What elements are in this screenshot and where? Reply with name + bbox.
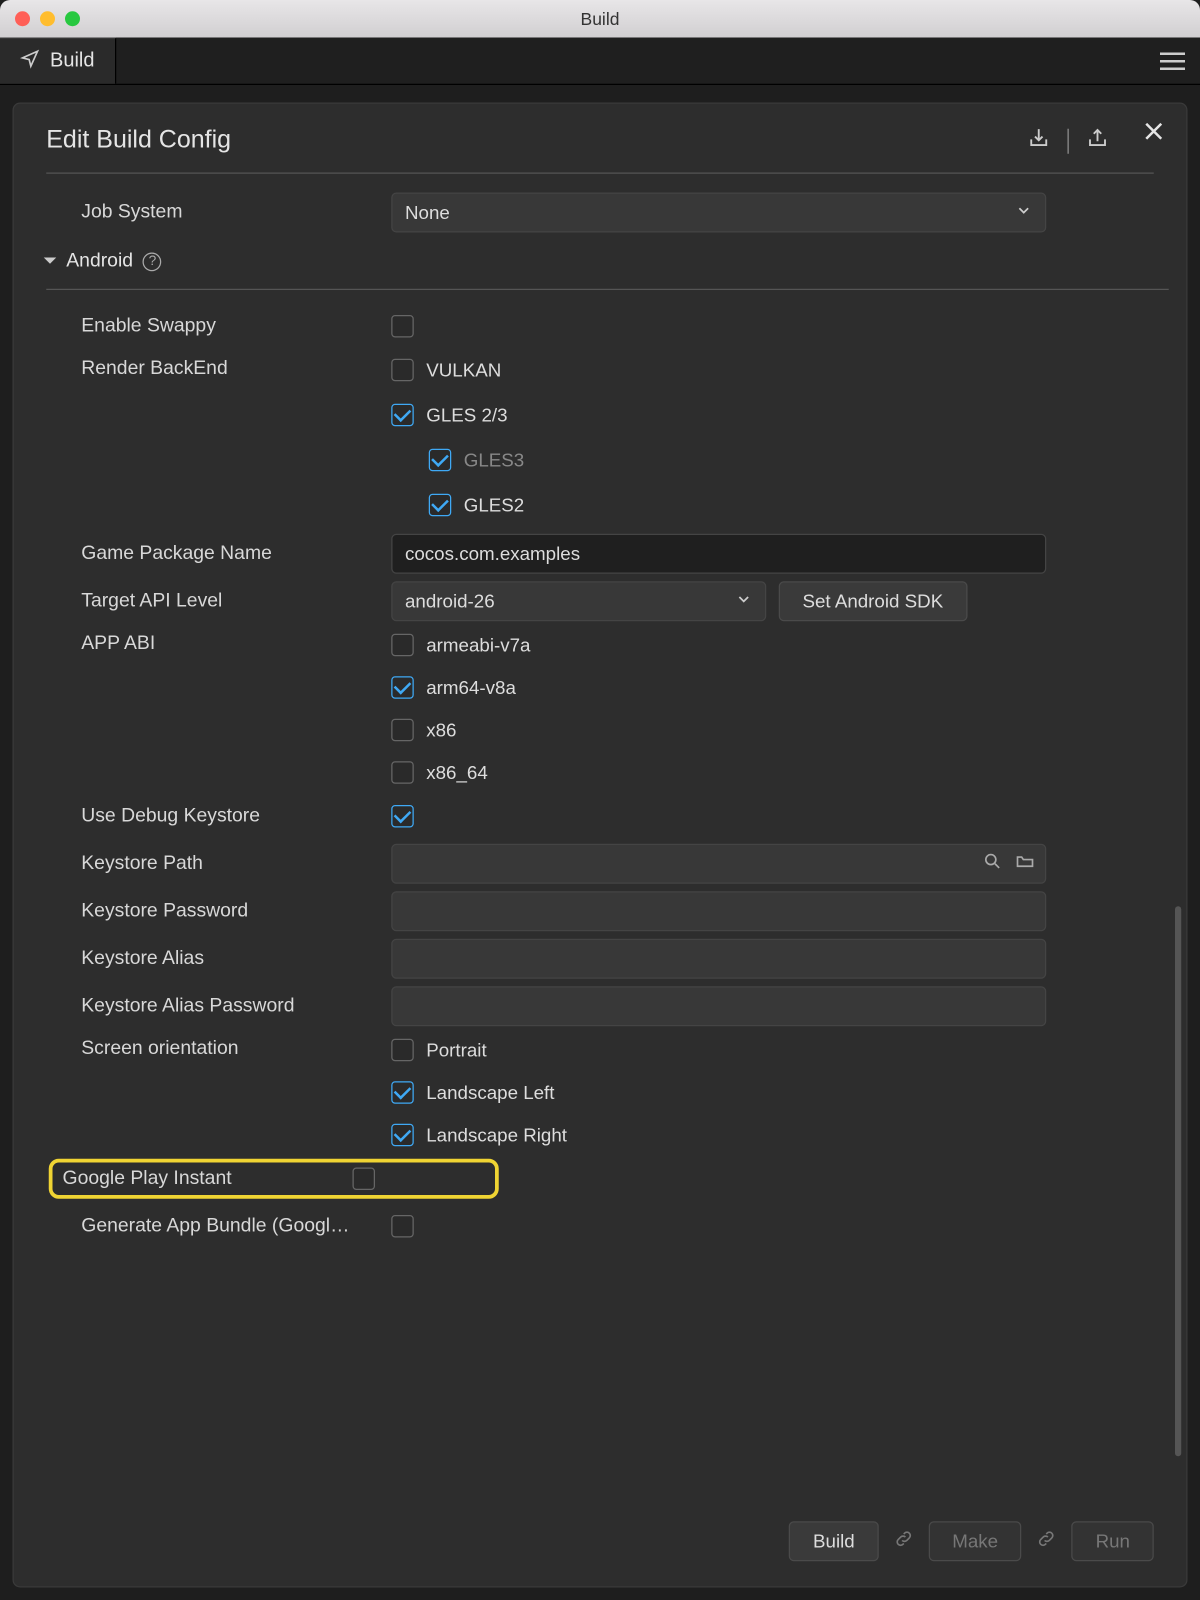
app-abi-label: APP ABI [81, 625, 371, 655]
enable-swappy-label: Enable Swappy [81, 315, 371, 338]
keystore-path-input[interactable] [391, 844, 1046, 884]
gles23-checkbox[interactable] [391, 404, 414, 427]
generate-app-bundle-label: Generate App Bundle (Googl… [81, 1215, 371, 1238]
enable-swappy-checkbox[interactable] [391, 315, 414, 338]
package-name-label: Game Package Name [81, 543, 371, 566]
vulkan-checkbox[interactable] [391, 359, 414, 382]
traffic-lights [0, 11, 80, 26]
vulkan-label: VULKAN [426, 359, 501, 380]
target-api-label: Target API Level [81, 590, 371, 613]
export-icon[interactable] [1086, 126, 1109, 155]
screen-orientation-label: Screen orientation [81, 1030, 371, 1060]
landscape-left-checkbox[interactable] [391, 1081, 414, 1104]
scrollbar[interactable] [1175, 906, 1181, 1456]
landscape-right-checkbox[interactable] [391, 1124, 414, 1147]
divider [46, 289, 1169, 290]
x86-64-checkbox[interactable] [391, 761, 414, 784]
gles3-label: GLES3 [464, 449, 524, 470]
make-button-label: Make [952, 1531, 998, 1552]
android-section-label: Android [66, 250, 133, 273]
gles2-checkbox[interactable] [429, 494, 452, 517]
armeabi-label: armeabi-v7a [426, 634, 530, 655]
keystore-path-label: Keystore Path [81, 853, 371, 876]
x86-label: x86 [426, 719, 456, 740]
use-debug-keystore-checkbox[interactable] [391, 805, 414, 828]
google-play-instant-checkbox[interactable] [353, 1168, 376, 1191]
keystore-password-input[interactable] [391, 891, 1046, 931]
keystore-alias-input[interactable] [391, 939, 1046, 979]
run-button-label: Run [1096, 1531, 1130, 1552]
set-android-sdk-label: Set Android SDK [803, 591, 944, 612]
build-button-label: Build [813, 1531, 855, 1552]
tab-label: Build [50, 50, 94, 73]
job-system-select[interactable]: None [391, 193, 1046, 233]
google-play-instant-label: Google Play Instant [63, 1168, 353, 1191]
maximize-window-button[interactable] [65, 11, 80, 26]
folder-open-icon[interactable] [1015, 851, 1035, 876]
target-api-select[interactable]: android-26 [391, 581, 766, 621]
portrait-checkbox[interactable] [391, 1039, 414, 1062]
gles2-label: GLES2 [464, 494, 524, 515]
panel-title: Edit Build Config [46, 126, 231, 155]
android-section-toggle[interactable]: Android ? [44, 248, 162, 273]
minimize-window-button[interactable] [40, 11, 55, 26]
divider [1068, 128, 1069, 153]
close-window-button[interactable] [15, 11, 30, 26]
paper-plane-icon [20, 48, 40, 74]
close-icon[interactable] [1141, 119, 1166, 150]
gles23-label: GLES 2/3 [426, 404, 507, 425]
chevron-down-icon [1015, 201, 1033, 224]
make-button[interactable]: Make [928, 1521, 1021, 1561]
chevron-down-icon [44, 250, 57, 273]
link-icon [893, 1528, 913, 1554]
panel-footer: Build Make Run [14, 1501, 1187, 1586]
help-icon[interactable]: ? [143, 252, 162, 271]
build-config-panel: Edit Build Config Job System None [13, 103, 1188, 1588]
divider [46, 173, 1154, 174]
hamburger-menu-icon[interactable] [1160, 52, 1185, 70]
chevron-down-icon [735, 590, 753, 613]
search-icon[interactable] [983, 851, 1003, 876]
job-system-label: Job System [81, 201, 371, 224]
generate-app-bundle-checkbox[interactable] [391, 1215, 414, 1238]
import-icon[interactable] [1028, 126, 1051, 155]
keystore-alias-label: Keystore Alias [81, 948, 371, 971]
landscape-left-label: Landscape Left [426, 1082, 554, 1103]
use-debug-keystore-label: Use Debug Keystore [81, 805, 371, 828]
google-play-instant-highlight: Google Play Instant [49, 1159, 499, 1199]
keystore-alias-password-label: Keystore Alias Password [81, 995, 371, 1018]
armeabi-checkbox[interactable] [391, 634, 414, 657]
x86-64-label: x86_64 [426, 762, 488, 783]
tab-build[interactable]: Build [0, 38, 116, 84]
window-title: Build [0, 9, 1200, 29]
keystore-alias-password-input[interactable] [391, 986, 1046, 1026]
package-name-value: cocos.com.examples [405, 543, 580, 564]
landscape-right-label: Landscape Right [426, 1124, 567, 1145]
arm64-label: arm64-v8a [426, 677, 516, 698]
build-button[interactable]: Build [789, 1521, 878, 1561]
mac-titlebar: Build [0, 0, 1200, 38]
render-backend-label: Render BackEnd [81, 350, 371, 380]
tab-bar: Build [0, 38, 1200, 86]
target-api-value: android-26 [405, 591, 495, 612]
link-icon [1037, 1528, 1057, 1554]
arm64-checkbox[interactable] [391, 676, 414, 699]
job-system-value: None [405, 202, 450, 223]
keystore-password-label: Keystore Password [81, 900, 371, 923]
gles3-checkbox[interactable] [429, 449, 452, 472]
run-button[interactable]: Run [1072, 1521, 1154, 1561]
x86-checkbox[interactable] [391, 719, 414, 742]
portrait-label: Portrait [426, 1039, 486, 1060]
package-name-input[interactable]: cocos.com.examples [391, 534, 1046, 574]
set-android-sdk-button[interactable]: Set Android SDK [779, 581, 967, 621]
